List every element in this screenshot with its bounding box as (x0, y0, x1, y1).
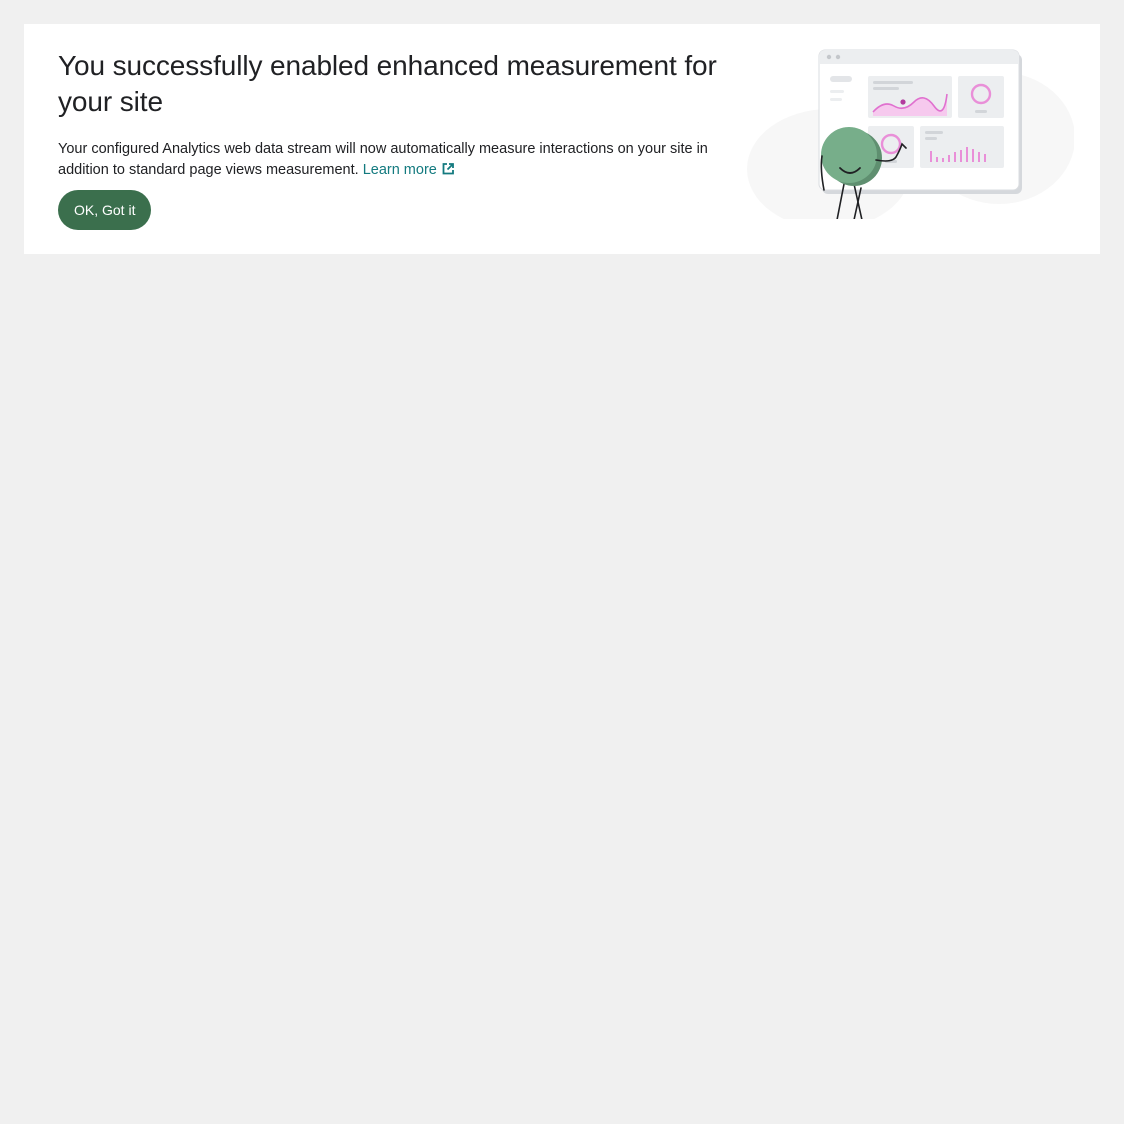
banner-description: Your configured Analytics web data strea… (58, 139, 738, 183)
learn-more-label: Learn more (362, 162, 437, 178)
analytics-dashboard-illustration (744, 44, 1075, 229)
learn-more-link[interactable]: Learn more (363, 162, 455, 178)
banner-title: You successfully enabled enhanced measur… (58, 50, 717, 117)
ok-got-it-button[interactable]: OK, Got it (58, 190, 152, 230)
enhanced-measurement-banner: You successfully enabled enhanced measur… (24, 24, 1100, 254)
open-in-new-icon (441, 162, 455, 183)
banner-content: You successfully enabled enhanced measur… (58, 48, 738, 183)
